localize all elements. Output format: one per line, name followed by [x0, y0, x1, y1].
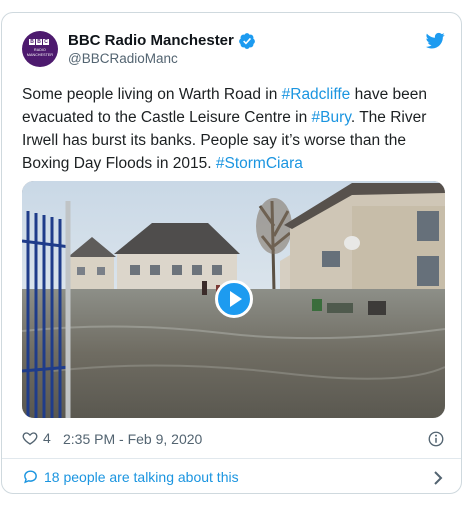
video-thumbnail[interactable] [22, 181, 445, 418]
tweet-meta: 4 2:35 PM - Feb 9, 2020 [22, 430, 447, 450]
verified-badge-icon [238, 33, 255, 49]
avatar-letter: B [29, 39, 35, 45]
play-icon [230, 291, 242, 307]
tweet-header: B B C RADIO MANCHESTER BBC Radio Manches… [22, 31, 447, 75]
tweet-text-segment: Some people living on Warth Road in [22, 86, 282, 103]
hashtag-stormciara-link[interactable]: #StormCiara [216, 155, 303, 172]
like-count: 4 [43, 430, 51, 446]
account-handle[interactable]: @BBCRadioManc [68, 51, 178, 66]
hashtag-radcliffe-link[interactable]: #Radcliffe [282, 86, 351, 103]
name-row: BBC Radio Manchester [68, 31, 256, 51]
conversation-label: 18 people are talking about this [44, 468, 239, 485]
avatar-subtitle: RADIO MANCHESTER [26, 48, 54, 57]
info-icon[interactable] [427, 430, 445, 448]
divider [2, 458, 461, 459]
twitter-bird-icon[interactable] [425, 31, 445, 51]
hashtag-bury-link[interactable]: #Bury [312, 109, 351, 126]
timestamp-link[interactable]: 2:35 PM - Feb 9, 2020 [63, 431, 202, 447]
chevron-right-icon[interactable] [431, 470, 445, 486]
conversation-row: 18 people are talking about this [22, 468, 239, 485]
speech-bubble-icon [24, 470, 37, 484]
bbc-logo: B B C [29, 39, 49, 45]
heart-icon [22, 432, 38, 445]
avatar-letter: B [36, 39, 42, 45]
display-name[interactable]: BBC Radio Manchester [68, 31, 234, 51]
avatar-letter: C [43, 39, 49, 45]
avatar[interactable]: B B C RADIO MANCHESTER [22, 31, 58, 67]
conversation-link[interactable]: 18 people are talking about this [22, 468, 447, 488]
like-button[interactable]: 4 [22, 430, 51, 446]
tweet-card: B B C RADIO MANCHESTER BBC Radio Manches… [1, 12, 462, 494]
tweet-text: Some people living on Warth Road in #Rad… [22, 83, 447, 175]
play-button[interactable] [215, 280, 253, 318]
